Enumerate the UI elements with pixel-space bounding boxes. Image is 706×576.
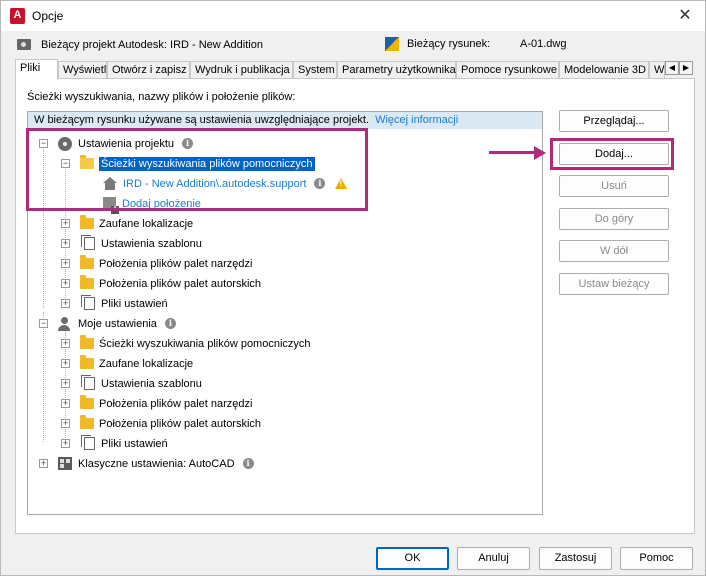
move-down-button[interactable]: W dół [559,240,669,262]
tab-plot-publish[interactable]: Wydruk i publikacja [190,61,293,79]
cancel-button[interactable]: Anuluj [457,547,530,570]
tree-node-my-settings-files[interactable]: Pliki ustawień [81,434,168,453]
node-label: Położenia plików palet narzędzi [99,257,253,270]
info-bar-text: W bieżącym rysunku używane są ustawienia… [34,114,370,126]
expand-my-authoring-palettes[interactable]: + [61,419,70,428]
node-label: Ustawienia szablonu [101,377,202,390]
more-info-link[interactable]: Więcej informacji [375,114,458,126]
folder-icon [80,415,94,429]
tab-open-save[interactable]: Otwórz i zapisz [107,61,190,79]
tree-node-my-authoring-palettes[interactable]: Położenia plików palet autorskich [80,414,261,433]
node-label: Położenia plików palet narzędzi [99,397,253,410]
node-label: Pliki ustawień [101,297,168,310]
browse-button[interactable]: Przeglądaj... [559,110,669,132]
node-label: Zaufane lokalizacje [99,217,194,230]
folder-icon [80,275,94,289]
node-label: Ścieżki wyszukiwania plików pomocniczych [99,337,311,350]
tree-node-settings-files[interactable]: Pliki ustawień [81,294,168,313]
tab-system[interactable]: System [293,61,337,79]
move-up-button[interactable]: Do góry [559,208,669,230]
current-drawing-label: Bieżący rysunek: [407,38,491,50]
expand-authoring-palettes[interactable]: + [61,279,70,288]
tree-node-my-support-paths[interactable]: Ścieżki wyszukiwania plików pomocniczych [80,334,311,353]
expand-my-support-paths[interactable]: + [61,339,70,348]
user-settings-icon [58,316,72,331]
folder-icon [80,335,94,349]
tree-node-tool-palettes[interactable]: Położenia plików palet narzędzi [80,254,252,273]
documents-icon [81,295,95,310]
node-label: Położenia plików palet autorskich [99,417,262,430]
info-icon[interactable]: i [164,318,176,329]
tree-node-my-tool-palettes[interactable]: Położenia plików palet narzędzi [80,394,252,413]
expand-trusted[interactable]: + [61,219,70,228]
ok-button[interactable]: OK [376,547,449,570]
current-context-row: Bieżący projekt Autodesk: IRD - New Addi… [1,37,705,55]
tab-strip: Pliki Wyświetl Otwórz i zapisz Wydruk i … [15,59,695,80]
expand-my-tool-palettes[interactable]: + [61,399,70,408]
documents-icon [81,375,95,390]
tab-display[interactable]: Wyświetl [58,61,107,79]
expand-template[interactable]: + [61,239,70,248]
help-button[interactable]: Pomoc [620,547,693,570]
info-icon[interactable]: i [242,458,254,469]
current-drawing-value: A-01.dwg [520,38,567,50]
node-label: Zaufane lokalizacje [99,357,194,370]
documents-icon [81,235,95,250]
classic-settings-icon [58,457,72,470]
documents-icon [81,435,95,450]
expand-my-settings-files[interactable]: + [61,439,70,448]
tab-overflow[interactable]: W [649,61,665,79]
remove-button[interactable]: Usuń [559,175,669,197]
tree-node-classic-settings[interactable]: Klasyczne ustawienia: AutoCAD i [58,454,254,473]
set-current-button[interactable]: Ustaw bieżący [559,273,669,295]
collapse-my-settings[interactable]: − [39,319,48,328]
annotation-arrow-shaft [489,151,535,154]
tree-node-my-trusted-locations[interactable]: Zaufane lokalizacje [80,354,193,373]
tree-highlight-annotation [26,128,368,211]
options-dialog: A Opcje ✕ Bieżący projekt Autodesk: IRD … [0,0,706,576]
autocad-app-icon: A [10,8,25,24]
close-button[interactable]: ✕ [665,1,705,31]
add-button-highlight-annotation [550,138,674,170]
expand-tool-palettes[interactable]: + [61,259,70,268]
tab-files[interactable]: Pliki [15,59,58,80]
tab-3d-modeling[interactable]: Modelowanie 3D [559,61,649,79]
node-label: Położenia plików palet autorskich [99,277,262,290]
project-info-bar: W bieżącym rysunku używane są ustawienia… [28,112,542,129]
node-label: Klasyczne ustawienia: AutoCAD [78,457,235,470]
tree-node-my-settings[interactable]: Moje ustawienia i [58,314,176,333]
tree-node-template-settings[interactable]: Ustawienia szablonu [81,234,202,253]
expand-my-trusted[interactable]: + [61,359,70,368]
apply-button[interactable]: Zastosuj [539,547,612,570]
tab-scroll-left-button[interactable]: ◀ [665,61,679,75]
folder-icon [80,215,94,229]
node-label: Ustawienia szablonu [101,237,202,250]
window-title: Opcje [32,9,64,23]
project-icon [17,39,31,50]
title-bar: A Opcje ✕ [1,1,705,31]
folder-icon [80,255,94,269]
tab-user-preferences[interactable]: Parametry użytkownika [337,61,456,79]
current-project-label: Bieżący projekt Autodesk: IRD - New Addi… [41,39,263,51]
expand-classic-settings[interactable]: + [39,459,48,468]
drawing-icon [385,37,399,51]
tab-scroll-right-button[interactable]: ▶ [679,61,693,75]
expand-my-template[interactable]: + [61,379,70,388]
expand-settings-files[interactable]: + [61,299,70,308]
annotation-arrow-head [534,146,546,160]
tree-node-authoring-palettes[interactable]: Położenia plików palet autorskich [80,274,261,293]
tree-node-trusted-locations[interactable]: Zaufane lokalizacje [80,214,193,233]
tab-drafting[interactable]: Pomoce rysunkowe [456,61,559,79]
folder-icon [80,355,94,369]
tree-line [43,312,44,442]
folder-icon [80,395,94,409]
node-label: Moje ustawienia [78,317,157,330]
tree-node-my-template-settings[interactable]: Ustawienia szablonu [81,374,202,393]
panel-caption: Ścieżki wyszukiwania, nazwy plików i poł… [27,91,296,103]
node-label: Pliki ustawień [101,437,168,450]
